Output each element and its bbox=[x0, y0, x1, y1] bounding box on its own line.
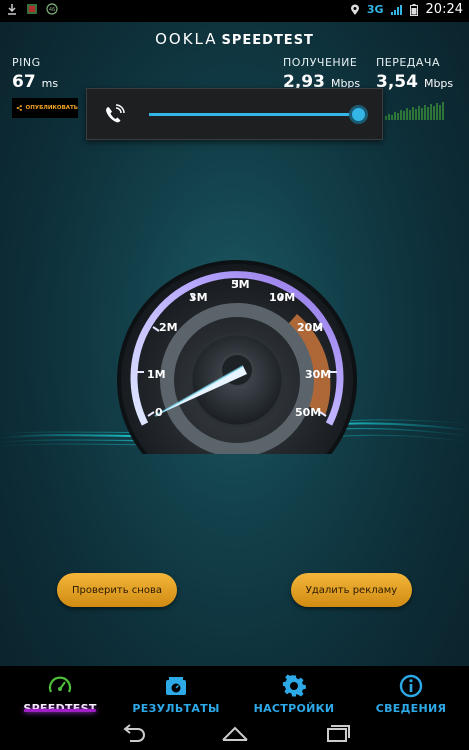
volume-slider-thumb[interactable] bbox=[349, 105, 368, 124]
gauge-label-20m: 20M bbox=[297, 321, 323, 334]
recents-icon[interactable] bbox=[322, 723, 352, 745]
home-icon[interactable] bbox=[220, 723, 250, 745]
tab-bar: SPEEDTEST РЕЗУЛЬТАТЫ НАСТРОЙКИ СВЕДЕНИЯ bbox=[0, 666, 469, 718]
brand-ookla: OOKLA bbox=[155, 30, 218, 48]
upload-label: ПЕРЕДАЧА bbox=[376, 56, 440, 69]
gauge-label-2m: 2M bbox=[159, 321, 178, 334]
gauge-label-30m: 30M bbox=[305, 368, 331, 381]
ping-label: PING bbox=[12, 56, 41, 69]
gear-icon bbox=[282, 674, 306, 697]
tab-settings-label: НАСТРОЙКИ bbox=[253, 702, 335, 715]
ping-value-group: 67 ms bbox=[12, 72, 58, 92]
share-label: ОПУБЛИКОВАТЬ bbox=[25, 105, 78, 111]
test-again-button[interactable]: Проверить снова bbox=[57, 573, 177, 607]
screen: 46 3G 20:24 OOKLA SPEEDTEST PING 67 ms ПОЛ… bbox=[0, 0, 469, 750]
phone-volume-icon bbox=[106, 104, 125, 123]
upload-graph bbox=[385, 102, 444, 120]
ping-unit: ms bbox=[41, 77, 59, 90]
upload-value-group: 3,54 Mbps bbox=[376, 72, 453, 92]
tab-speedtest-label: SPEEDTEST bbox=[23, 702, 97, 715]
volume-popup bbox=[86, 88, 383, 140]
location-icon bbox=[350, 4, 359, 15]
gauge-label-1m: 1M bbox=[147, 368, 166, 381]
gauge-label-5m: 5M bbox=[231, 278, 250, 291]
brand-speedtest: SPEEDTEST bbox=[221, 33, 314, 48]
tab-settings[interactable]: НАСТРОЙКИ bbox=[250, 666, 338, 718]
volume-slider-track[interactable] bbox=[149, 113, 357, 116]
signal-icon bbox=[390, 4, 402, 15]
clock: 20:24 bbox=[425, 2, 463, 17]
download-label: ПОЛУЧЕНИЕ bbox=[283, 56, 358, 69]
svg-text:46: 46 bbox=[49, 7, 55, 13]
gauge-label-10m: 10M bbox=[269, 291, 295, 304]
tab-results-label: РЕЗУЛЬТАТЫ bbox=[132, 702, 220, 715]
badge-icon: 46 bbox=[46, 3, 58, 15]
nav-bar bbox=[0, 718, 469, 750]
app-title: OOKLA SPEEDTEST bbox=[0, 30, 469, 48]
tab-info-label: СВЕДЕНИЯ bbox=[375, 702, 447, 715]
upload-unit: Mbps bbox=[423, 77, 454, 90]
info-icon bbox=[399, 674, 423, 698]
status-left: 46 bbox=[6, 3, 58, 15]
network-type: 3G bbox=[366, 3, 384, 16]
gauge-label-50m: 50M bbox=[295, 406, 321, 419]
status-bar: 46 3G 20:24 bbox=[0, 0, 469, 22]
back-icon[interactable] bbox=[118, 723, 148, 745]
speed-gauge: 0 1M 2M 3M 5M 10M 20M 30M 50M bbox=[117, 260, 357, 454]
gauge-label-3m: 3M bbox=[189, 291, 208, 304]
tab-info[interactable]: СВЕДЕНИЯ bbox=[372, 666, 450, 718]
tab-speedtest[interactable]: SPEEDTEST bbox=[16, 666, 104, 718]
results-icon bbox=[166, 677, 186, 695]
share-icon bbox=[16, 105, 22, 111]
ping-value: 67 bbox=[12, 72, 36, 92]
remove-ads-button[interactable]: Удалить рекламу bbox=[291, 573, 412, 607]
status-right: 3G 20:24 bbox=[349, 2, 463, 17]
download-icon bbox=[8, 4, 16, 15]
share-button[interactable]: ОПУБЛИКОВАТЬ bbox=[12, 98, 78, 118]
tab-results[interactable]: РЕЗУЛЬТАТЫ bbox=[128, 666, 224, 718]
app-icon bbox=[27, 4, 37, 14]
gauge-label-0: 0 bbox=[155, 406, 163, 419]
gauge-icon bbox=[48, 676, 72, 693]
battery-icon bbox=[409, 3, 418, 16]
